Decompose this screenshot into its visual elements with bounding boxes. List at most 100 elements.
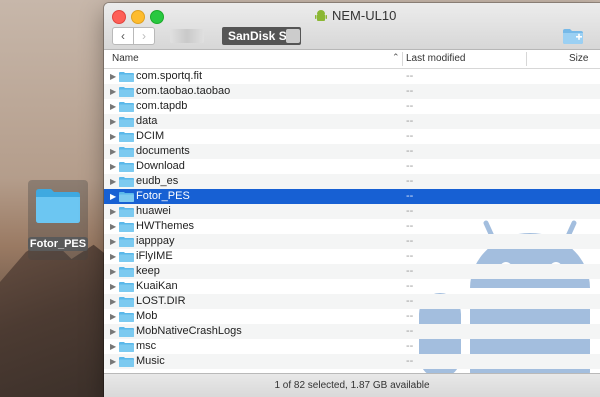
- desktop-folder[interactable]: Fotor_PES: [28, 180, 88, 260]
- file-name: eudb_es: [136, 175, 179, 187]
- file-row[interactable]: ▶ KuaiKan --: [104, 279, 600, 294]
- folder-icon: [119, 297, 134, 307]
- file-row[interactable]: ▶ iapppay --: [104, 234, 600, 249]
- file-name: com.tapdb: [136, 100, 188, 112]
- file-name: Fotor_PES: [136, 190, 190, 202]
- file-modified: --: [406, 205, 414, 217]
- file-row[interactable]: ▶ keep --: [104, 264, 600, 279]
- file-browser-window: NEM-UL10 ‹ › SanDisk SD Name ⌃ Last modi…: [104, 3, 600, 397]
- size-column-header[interactable]: Size: [569, 53, 588, 64]
- disclosure-triangle-icon[interactable]: ▶: [110, 219, 116, 234]
- file-row[interactable]: ▶ data --: [104, 114, 600, 129]
- file-modified: --: [406, 265, 414, 277]
- file-row[interactable]: ▶ huawei --: [104, 204, 600, 219]
- disclosure-triangle-icon[interactable]: ▶: [110, 189, 116, 204]
- file-name: LOST.DIR: [136, 295, 186, 307]
- folder-icon: [36, 189, 80, 223]
- modified-column-header[interactable]: Last modified: [406, 53, 465, 64]
- disclosure-triangle-icon[interactable]: ▶: [110, 204, 116, 219]
- minimize-button[interactable]: [131, 10, 145, 24]
- disclosure-triangle-icon[interactable]: ▶: [110, 354, 116, 369]
- disclosure-triangle-icon[interactable]: ▶: [110, 309, 116, 324]
- disclosure-triangle-icon[interactable]: ▶: [110, 129, 116, 144]
- disclosure-triangle-icon[interactable]: ▶: [110, 144, 116, 159]
- file-modified: --: [406, 145, 414, 157]
- folder-icon: [119, 237, 134, 247]
- file-name: documents: [136, 145, 190, 157]
- file-modified: --: [406, 250, 414, 262]
- folder-icon: [119, 177, 134, 187]
- disclosure-triangle-icon[interactable]: ▶: [110, 84, 116, 99]
- file-row[interactable]: ▶ Mob --: [104, 309, 600, 324]
- file-row[interactable]: ▶ Music --: [104, 354, 600, 369]
- file-name: iapppay: [136, 235, 175, 247]
- folder-icon: [119, 252, 134, 262]
- disclosure-triangle-icon[interactable]: ▶: [110, 339, 116, 354]
- file-modified: --: [406, 70, 414, 82]
- column-divider[interactable]: [526, 52, 527, 66]
- file-modified: --: [406, 115, 414, 127]
- new-folder-icon[interactable]: [562, 27, 584, 45]
- desktop-folder-label: Fotor_PES: [28, 237, 88, 251]
- file-modified: --: [406, 100, 414, 112]
- zoom-button[interactable]: [150, 10, 164, 24]
- file-row[interactable]: ▶ eudb_es --: [104, 174, 600, 189]
- disclosure-triangle-icon[interactable]: ▶: [110, 294, 116, 309]
- file-modified: --: [406, 85, 414, 97]
- file-modified: --: [406, 340, 414, 352]
- file-row[interactable]: ▶ DCIM --: [104, 129, 600, 144]
- disclosure-triangle-icon[interactable]: ▶: [110, 99, 116, 114]
- column-divider[interactable]: [402, 52, 403, 66]
- disclosure-triangle-icon[interactable]: ▶: [110, 69, 116, 84]
- file-modified: --: [406, 310, 414, 322]
- disclosure-triangle-icon[interactable]: ▶: [110, 264, 116, 279]
- disclosure-triangle-icon[interactable]: ▶: [110, 174, 116, 189]
- folder-icon: [119, 357, 134, 367]
- folder-icon: [119, 87, 134, 97]
- file-modified: --: [406, 280, 414, 292]
- folder-icon: [119, 117, 134, 127]
- file-row[interactable]: ▶ Download --: [104, 159, 600, 174]
- disclosure-triangle-icon[interactable]: ▶: [110, 324, 116, 339]
- disclosure-triangle-icon[interactable]: ▶: [110, 114, 116, 129]
- disclosure-triangle-icon[interactable]: ▶: [110, 279, 116, 294]
- file-row[interactable]: ▶ MobNativeCrashLogs --: [104, 324, 600, 339]
- folder-icon: [119, 72, 134, 82]
- close-button[interactable]: [112, 10, 126, 24]
- back-button[interactable]: ‹: [112, 27, 134, 45]
- file-modified: --: [406, 190, 414, 202]
- folder-icon: [119, 342, 134, 352]
- file-row[interactable]: ▶ com.taobao.taobao --: [104, 84, 600, 99]
- file-row[interactable]: ▶ msc --: [104, 339, 600, 354]
- file-modified: --: [406, 220, 414, 232]
- folder-icon: [119, 102, 134, 112]
- file-row[interactable]: ▶ documents --: [104, 144, 600, 159]
- file-row[interactable]: ▶ LOST.DIR --: [104, 294, 600, 309]
- sort-ascending-icon[interactable]: ⌃: [392, 52, 400, 63]
- file-name: keep: [136, 265, 160, 277]
- file-row[interactable]: ▶ com.tapdb --: [104, 99, 600, 114]
- file-name: Mob: [136, 310, 158, 322]
- window-title: NEM-UL10: [314, 8, 396, 23]
- disclosure-triangle-icon[interactable]: ▶: [110, 234, 116, 249]
- file-row[interactable]: ▶ HWThemes --: [104, 219, 600, 234]
- status-bar: 1 of 82 selected, 1.87 GB available: [104, 373, 600, 397]
- disclosure-triangle-icon[interactable]: ▶: [110, 159, 116, 174]
- file-row[interactable]: ▶ iFlyIME --: [104, 249, 600, 264]
- file-name: iFlyIME: [136, 250, 173, 262]
- folder-icon: [119, 147, 134, 157]
- file-modified: --: [406, 235, 414, 247]
- folder-icon: [119, 132, 134, 142]
- blurred-label: [170, 29, 204, 43]
- android-icon: [315, 9, 327, 21]
- folder-icon: [119, 267, 134, 277]
- file-name: Download: [136, 160, 185, 172]
- file-modified: --: [406, 175, 414, 187]
- file-row[interactable]: ▶ com.sportq.fit --: [104, 69, 600, 84]
- file-row-selected[interactable]: ▶ Fotor_PES --: [104, 189, 600, 204]
- file-modified: --: [406, 355, 414, 367]
- folder-icon: [119, 192, 134, 202]
- disclosure-triangle-icon[interactable]: ▶: [110, 249, 116, 264]
- forward-button[interactable]: ›: [134, 27, 155, 45]
- name-column-header[interactable]: Name: [112, 53, 139, 64]
